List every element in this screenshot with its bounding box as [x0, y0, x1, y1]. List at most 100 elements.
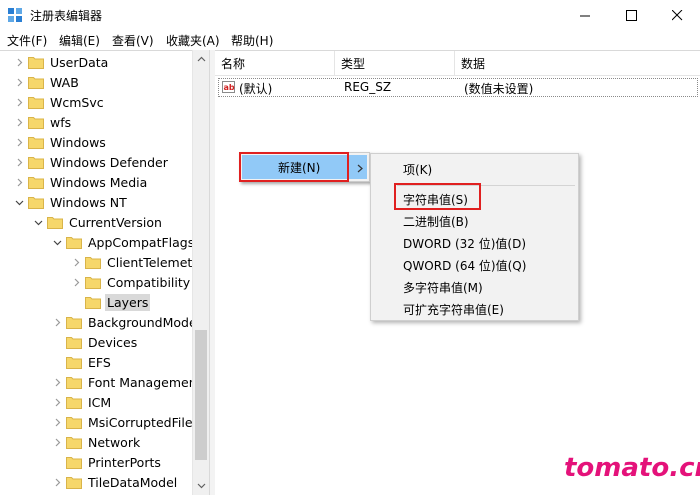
chevron-right-icon[interactable] [14, 172, 24, 192]
tree-item-label: UserData [50, 54, 109, 70]
tree-item[interactable]: WcmSvc [14, 92, 106, 112]
tree-item[interactable]: TileDataModel [52, 472, 179, 492]
string-value-icon: ab [222, 81, 235, 93]
tree-item[interactable]: Layers [71, 292, 151, 312]
chevron-down-icon[interactable] [14, 192, 24, 212]
menu-help[interactable]: 帮助(H) [228, 32, 276, 49]
chevron-right-icon[interactable] [14, 72, 24, 92]
tree-item-label: Windows Defender [50, 154, 168, 170]
menu-view[interactable]: 查看(V) [109, 32, 157, 49]
tree-item[interactable]: Network [52, 432, 142, 452]
chevron-down-icon[interactable] [52, 232, 62, 252]
scroll-up-icon [197, 56, 206, 62]
column-data[interactable]: 数据 [455, 51, 700, 75]
folder-icon [28, 115, 44, 129]
scroll-thumb[interactable] [195, 330, 207, 460]
tree-item[interactable]: EFS [52, 352, 113, 372]
submenu-binary-value[interactable]: 二进制值(B) [403, 213, 469, 230]
tree-item[interactable]: Devices [52, 332, 139, 352]
menu-bar: 文件(F) 编辑(E) 查看(V) 收藏夹(A) 帮助(H) [0, 30, 700, 50]
tree-item-label: MsiCorruptedFile [88, 414, 193, 430]
menu-edit[interactable]: 编辑(E) [56, 32, 103, 49]
folder-icon [85, 275, 101, 289]
tree-item[interactable]: Windows [14, 132, 108, 152]
chevron-right-icon[interactable] [52, 432, 62, 452]
folder-icon [66, 395, 82, 409]
submenu-dword-value[interactable]: DWORD (32 位)值(D) [403, 235, 526, 252]
tree-item-label: wfs [50, 114, 72, 130]
submenu-multistring-value[interactable]: 多字符串值(M) [403, 279, 483, 296]
folder-icon [28, 155, 44, 169]
tree-item[interactable]: WAB [14, 72, 81, 92]
folder-icon [85, 255, 101, 269]
registry-tree[interactable]: UserData WAB WcmSvc wfs Windows Windows Defen… [0, 50, 209, 496]
chevron-right-icon[interactable] [14, 152, 24, 172]
regedit-app-icon [7, 7, 23, 23]
tree-item-label: Network [88, 434, 141, 450]
value-data: (数值未设置) [464, 82, 534, 96]
chevron-right-icon[interactable] [14, 112, 24, 132]
chevron-right-icon[interactable] [52, 312, 62, 332]
tree-item[interactable]: ClientTelemetr [71, 252, 199, 272]
chevron-right-icon[interactable] [71, 252, 81, 272]
menu-favorites[interactable]: 收藏夹(A) [163, 32, 223, 49]
tree-item[interactable]: wfs [14, 112, 73, 132]
menu-file[interactable]: 文件(F) [4, 32, 50, 49]
chevron-down-icon[interactable] [33, 212, 43, 232]
tree-item-label: ClientTelemetr [107, 254, 198, 270]
svg-text:ab: ab [224, 83, 235, 92]
column-type[interactable]: 类型 [335, 51, 455, 75]
tree-item[interactable]: Windows Defender [14, 152, 170, 172]
submenu-key[interactable]: 项(K) [403, 161, 432, 178]
chevron-right-icon[interactable] [52, 392, 62, 412]
submenu-expandable-string-value[interactable]: 可扩充字符串值(E) [403, 301, 504, 318]
chevron-right-icon[interactable] [52, 372, 62, 392]
minimize-button[interactable] [562, 0, 608, 30]
close-button[interactable] [654, 0, 700, 30]
folder-icon [66, 435, 82, 449]
tree-item[interactable]: PrinterPorts [52, 452, 163, 472]
tree-item-label: TileDataModel [88, 474, 178, 490]
tree-item-label: Devices [88, 334, 138, 350]
folder-icon [28, 175, 44, 189]
column-name[interactable]: 名称 [215, 51, 335, 75]
tree-item[interactable]: AppCompatFlags [52, 232, 196, 252]
watermark: tomato.cm [564, 453, 700, 483]
tree-item[interactable]: Font Management [52, 372, 204, 392]
maximize-button[interactable] [608, 0, 654, 30]
tree-item[interactable]: Compatibility A [71, 272, 205, 292]
folder-icon [66, 335, 82, 349]
chevron-right-icon[interactable] [14, 132, 24, 152]
tree-item[interactable]: MsiCorruptedFile [52, 412, 195, 432]
table-row[interactable]: ab (默认) REG_SZ (数值未设置) [218, 78, 698, 97]
tree-item-label: Font Management [88, 374, 202, 390]
tree-scrollbar[interactable] [192, 50, 210, 495]
tree-item[interactable]: Windows Media [14, 172, 149, 192]
minimize-icon [579, 15, 590, 16]
submenu-qword-value[interactable]: QWORD (64 位)值(Q) [403, 257, 526, 274]
chevron-right-icon[interactable] [14, 92, 24, 112]
value-type: REG_SZ [344, 80, 392, 94]
annotation-highlight-string [394, 183, 481, 210]
tree-item-label: Windows Media [50, 174, 148, 190]
tree-item[interactable]: ICM [52, 392, 113, 412]
folder-icon [28, 95, 44, 109]
tree-item[interactable]: BackgroundMode [52, 312, 199, 332]
chevron-right-icon[interactable] [14, 52, 24, 72]
maximize-icon [625, 9, 637, 21]
tree-item[interactable]: UserData [14, 52, 110, 72]
folder-icon [28, 195, 44, 209]
chevron-right-icon[interactable] [71, 272, 81, 292]
annotation-highlight-new [239, 152, 349, 182]
folder-icon [66, 355, 82, 369]
chevron-right-icon[interactable] [52, 412, 62, 432]
tree-item-label: PrinterPorts [88, 454, 161, 470]
folder-icon [66, 455, 82, 469]
folder-icon [28, 135, 44, 149]
tree-item[interactable]: Windows NT [14, 192, 129, 212]
tree-item-label: ICM [88, 394, 112, 410]
title-bar: 注册表编辑器 [0, 0, 700, 30]
tree-item[interactable]: CurrentVersion [33, 212, 164, 232]
chevron-right-icon[interactable] [52, 472, 62, 492]
